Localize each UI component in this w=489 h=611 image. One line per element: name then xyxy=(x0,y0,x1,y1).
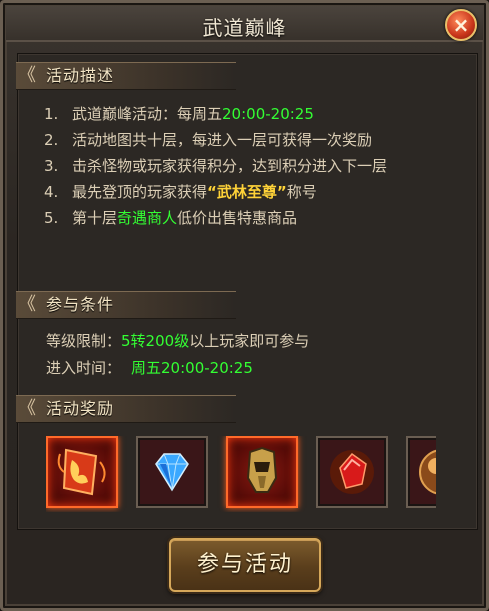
list-item: 5. 第十层奇遇商人低价出售特惠商品 xyxy=(44,205,464,231)
section-header-description: 《 活动描述 xyxy=(16,62,236,90)
title-bar: 武道巅峰 × xyxy=(6,6,483,42)
close-icon: × xyxy=(452,13,470,37)
level-suffix: 以上玩家即可参与 xyxy=(189,332,310,350)
reward-slot[interactable] xyxy=(406,436,436,508)
reward-slot[interactable] xyxy=(226,436,298,508)
orb-icon xyxy=(419,449,436,495)
list-item-text: 低价出售特惠商品 xyxy=(177,209,298,227)
list-item-number: 2. xyxy=(44,131,59,149)
chevron-left-icon: 《 xyxy=(18,398,36,419)
list-item-text: 击杀怪物或玩家获得积分，达到积分进入下一层 xyxy=(72,157,388,175)
list-item-number: 5. xyxy=(44,209,59,227)
list-item: 2. 活动地图共十层，每进入一层可获得一次奖励 xyxy=(44,127,464,153)
entry-time: 进入时间： 周五20:00-20:25 xyxy=(46,355,253,381)
gold-helmet-icon xyxy=(246,446,278,493)
level-label: 等级限制： xyxy=(46,332,122,350)
reward-slot[interactable] xyxy=(136,436,208,508)
list-item-text: 活动地图共十层，每进入一层可获得一次奖励 xyxy=(72,131,373,149)
reward-slot[interactable] xyxy=(316,436,388,508)
merchant-highlight: 奇遇商人 xyxy=(117,209,178,227)
time-highlight: 20:00-20:25 xyxy=(222,105,314,123)
list-item-number: 3. xyxy=(44,157,59,175)
section-title-conditions: 参与条件 xyxy=(46,295,115,314)
fire-book-icon xyxy=(57,448,106,496)
blue-diamond-icon xyxy=(155,453,189,492)
list-item-text: 称号 xyxy=(286,183,317,201)
chevron-left-icon: 《 xyxy=(18,65,36,86)
list-item-text: 武道巅峰活动：每周五 xyxy=(72,105,223,123)
time-value: 周五20:00-20:25 xyxy=(131,359,253,377)
list-item-text: 最先登顶的玩家获得 xyxy=(72,183,208,201)
section-title-rewards: 活动奖励 xyxy=(46,399,115,418)
window-title: 武道巅峰 xyxy=(202,16,287,40)
title-highlight: “武林至尊” xyxy=(207,183,287,201)
section-header-rewards: 《 活动奖励 xyxy=(16,395,236,423)
section-title-description: 活动描述 xyxy=(46,66,115,85)
chevron-left-icon: 《 xyxy=(18,294,36,315)
close-button[interactable]: × xyxy=(445,9,477,41)
list-item-number: 1. xyxy=(44,105,59,123)
level-requirement: 等级限制：5转200级以上玩家即可参与 xyxy=(46,328,309,354)
list-item: 1. 武道巅峰活动：每周五20:00-20:25 xyxy=(44,101,464,127)
time-label: 进入时间： xyxy=(46,359,122,377)
list-item: 4. 最先登顶的玩家获得“武林至尊”称号 xyxy=(44,179,464,205)
level-value: 5转200级 xyxy=(121,332,190,350)
list-item-number: 4. xyxy=(44,183,59,201)
reward-list[interactable] xyxy=(46,436,436,512)
list-item: 3. 击杀怪物或玩家获得积分，达到积分进入下一层 xyxy=(44,153,464,179)
list-item-text: 第十层 xyxy=(72,209,118,227)
red-gem-icon xyxy=(330,450,374,494)
reward-slot[interactable] xyxy=(46,436,118,508)
description-list: 1. 武道巅峰活动：每周五20:00-20:25 2. 活动地图共十层，每进入一层可… xyxy=(44,101,464,231)
join-activity-button[interactable]: 参与活动 xyxy=(169,538,321,592)
section-header-conditions: 《 参与条件 xyxy=(16,291,236,319)
